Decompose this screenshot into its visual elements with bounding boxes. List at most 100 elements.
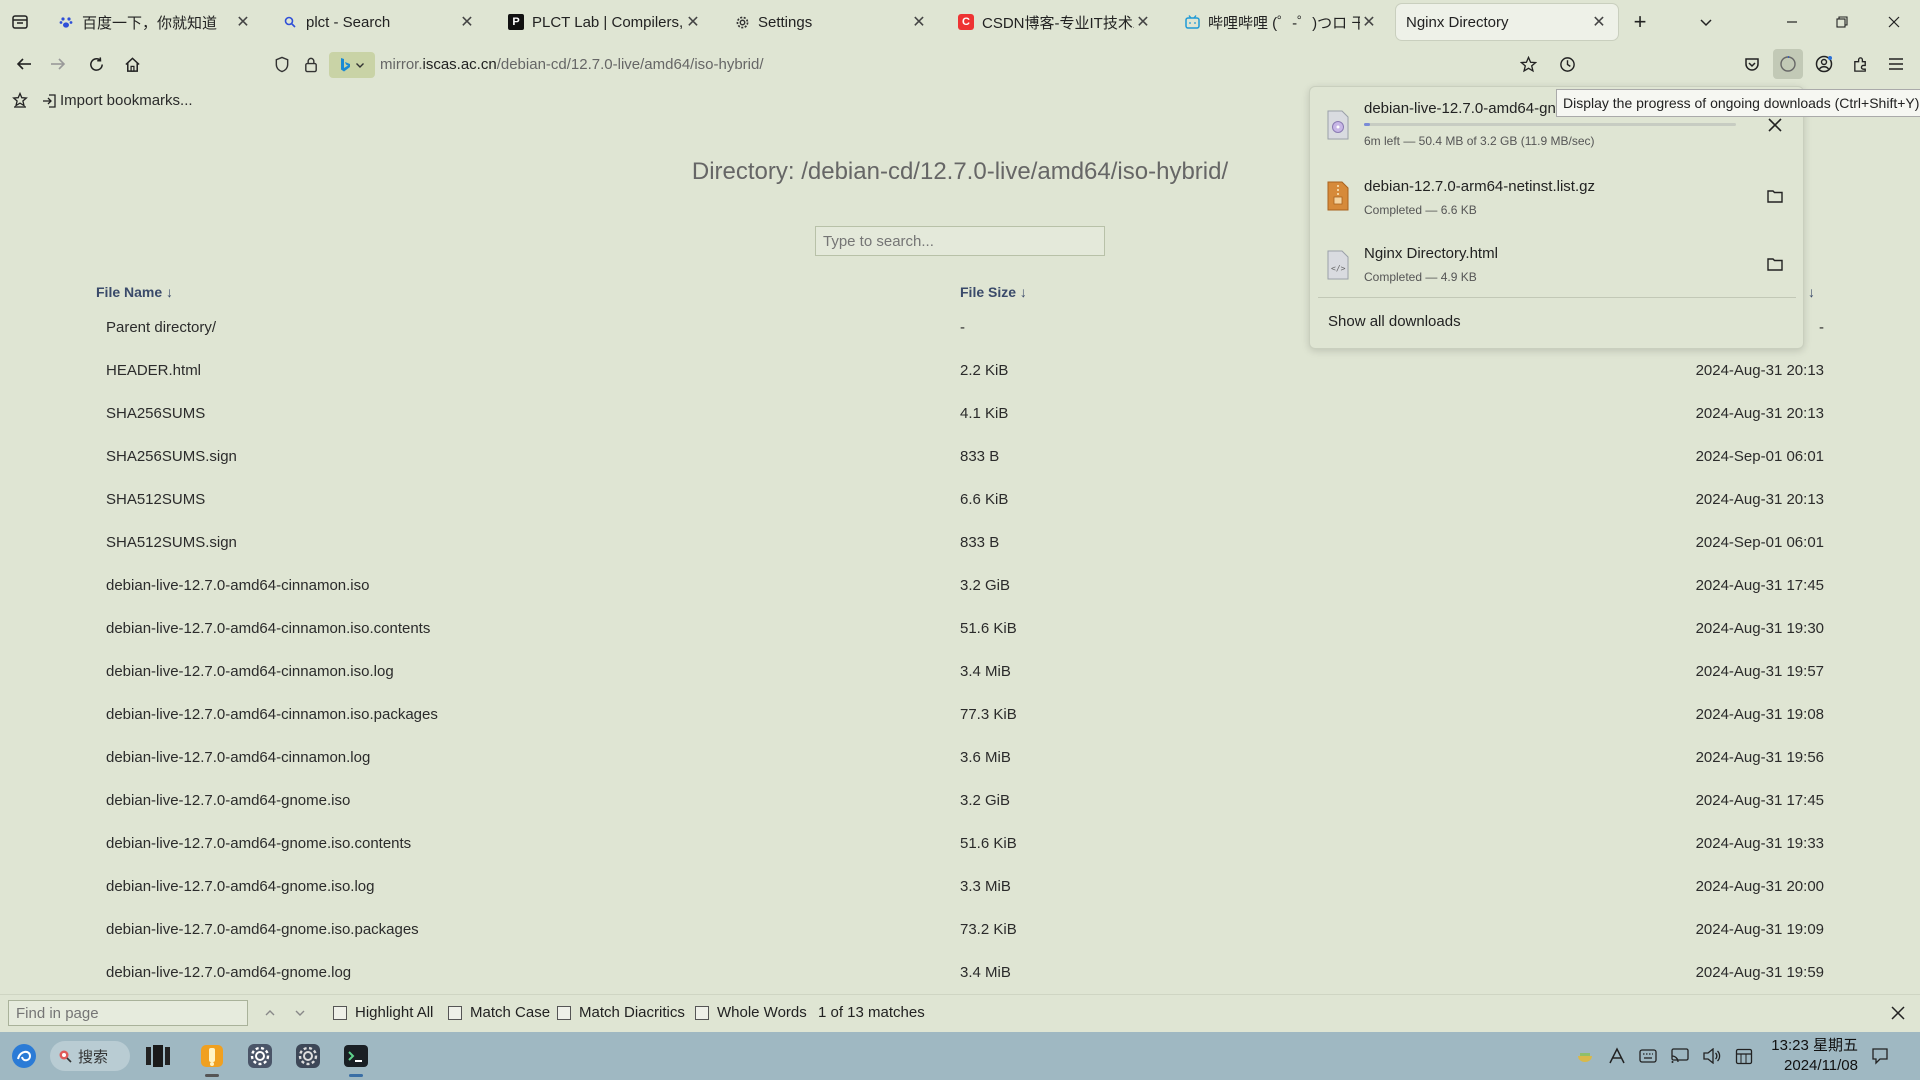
checkbox-box[interactable] — [333, 1005, 347, 1020]
file-name-link[interactable]: debian-live-12.7.0-amd64-gnome.iso.packa… — [106, 921, 419, 938]
download-item-status: Completed — 4.9 KB — [1364, 270, 1477, 284]
back-button[interactable] — [10, 50, 38, 78]
firefox-view-button[interactable] — [0, 0, 40, 44]
tracking-protection-button[interactable] — [268, 50, 296, 78]
file-name-link[interactable]: debian-live-12.7.0-amd64-cinnamon.log — [106, 749, 370, 766]
directory-search-input[interactable] — [815, 226, 1105, 256]
file-name-link[interactable]: debian-live-12.7.0-amd64-gnome.log — [106, 964, 351, 981]
file-name-link[interactable]: debian-live-12.7.0-amd64-cinnamon.iso.lo… — [106, 663, 394, 680]
close-find-bar-button[interactable] — [1886, 1001, 1910, 1025]
list-all-tabs-button[interactable] — [1692, 8, 1720, 36]
file-name-link[interactable]: SHA512SUMS.sign — [106, 534, 237, 551]
tab-csdn[interactable]: C CSDN博客-专业IT技术发表平 ✕ — [948, 4, 1162, 40]
screen-cast-icon[interactable] — [1670, 1046, 1690, 1066]
file-size: 77.3 KiB — [960, 706, 1017, 723]
home-button[interactable] — [118, 50, 146, 78]
tab-plct-lab[interactable]: P PLCT Lab | Compilers, Runt ✕ — [498, 4, 712, 40]
app-menu-button[interactable] — [1882, 50, 1910, 78]
close-icon[interactable]: ✕ — [684, 12, 702, 32]
control-center-button[interactable] — [292, 1040, 324, 1072]
gear-icon — [248, 1044, 272, 1068]
account-button[interactable] — [1810, 50, 1838, 78]
highlight-all-checkbox[interactable]: Highlight All — [333, 1004, 433, 1021]
bookmark-star-button[interactable] — [1514, 50, 1542, 78]
taskbar-clock[interactable]: 13:23 星期五 2024/11/08 — [1771, 1036, 1858, 1076]
find-in-page-input[interactable] — [8, 1000, 248, 1026]
close-icon[interactable]: ✕ — [1134, 12, 1152, 32]
downloads-button[interactable] — [1773, 49, 1803, 79]
checkbox-box[interactable] — [557, 1005, 571, 1020]
new-tab-button[interactable]: + — [1626, 8, 1654, 36]
tab-baidu[interactable]: 百度一下，你就知道 ✕ — [48, 4, 262, 40]
column-header-date-sort-arrow[interactable]: ↓ — [1808, 284, 1815, 300]
column-header-file-size[interactable]: File Size ↓ — [960, 284, 1027, 300]
search-engine-button[interactable] — [329, 52, 375, 78]
keyboard-layout-icon[interactable] — [1638, 1046, 1658, 1066]
file-name-link[interactable]: HEADER.html — [106, 362, 201, 379]
search-icon — [59, 1050, 72, 1063]
restore-button[interactable] — [1828, 8, 1856, 36]
checkbox-box[interactable] — [448, 1005, 462, 1020]
column-header-file-name[interactable]: File Name ↓ — [96, 284, 173, 300]
import-bookmarks-button[interactable]: Import bookmarks... — [42, 92, 193, 109]
file-name-link[interactable]: debian-live-12.7.0-amd64-gnome.iso.log — [106, 878, 375, 895]
file-date: 2024-Sep-01 06:01 — [1695, 448, 1824, 465]
open-containing-folder-button[interactable] — [1763, 252, 1787, 276]
file-name-link[interactable]: debian-live-12.7.0-amd64-cinnamon.iso.pa… — [106, 706, 438, 723]
notification-center-icon[interactable] — [1870, 1046, 1890, 1066]
other-bookmarks-icon[interactable] — [12, 91, 28, 112]
close-icon[interactable]: ✕ — [1590, 12, 1608, 32]
open-containing-folder-button[interactable] — [1763, 184, 1787, 208]
terminal-button[interactable] — [340, 1040, 372, 1072]
find-bar: Highlight All Match Case Match Diacritic… — [0, 994, 1920, 1030]
tab-bilibili[interactable]: 哔哩哔哩 (゜-゜)つロ 干杯~- ✕ — [1174, 4, 1388, 40]
taskbar-search-button[interactable]: 搜索 — [50, 1041, 130, 1071]
reload-button[interactable] — [82, 50, 110, 78]
whole-words-checkbox[interactable]: Whole Words — [695, 1004, 807, 1021]
clock-time: 13:23 星期五 — [1771, 1037, 1858, 1054]
download-item-name[interactable]: debian-12.7.0-arm64-netinst.list.gz — [1364, 178, 1595, 195]
close-window-button[interactable] — [1880, 8, 1908, 36]
close-icon[interactable]: ✕ — [1360, 12, 1378, 32]
file-manager-button[interactable] — [196, 1040, 228, 1072]
file-name-link[interactable]: debian-live-12.7.0-amd64-cinnamon.iso — [106, 577, 369, 594]
multitasking-view-button[interactable] — [142, 1040, 174, 1072]
tab-settings[interactable]: Settings ✕ — [724, 4, 938, 40]
history-button[interactable] — [1553, 50, 1581, 78]
site-security-button[interactable] — [297, 50, 325, 78]
start-menu-button[interactable] — [8, 1040, 40, 1072]
match-case-checkbox[interactable]: Match Case — [448, 1004, 550, 1021]
file-name-link[interactable]: debian-live-12.7.0-amd64-gnome.iso.conte… — [106, 835, 411, 852]
find-previous-button[interactable] — [258, 1001, 282, 1025]
extensions-button[interactable] — [1846, 50, 1874, 78]
download-item-name[interactable]: Nginx Directory.html — [1364, 245, 1498, 262]
download-item-name[interactable]: debian-live-12.7.0-amd64-gnor — [1364, 100, 1569, 117]
url-text[interactable]: mirror.iscas.ac.cn/debian-cd/12.7.0-live… — [380, 56, 764, 73]
file-name-link[interactable]: debian-live-12.7.0-amd64-gnome.iso — [106, 792, 350, 809]
close-icon[interactable]: ✕ — [910, 12, 928, 32]
file-name-link[interactable]: SHA256SUMS.sign — [106, 448, 237, 465]
forward-button[interactable] — [44, 50, 72, 78]
tab-plct-search[interactable]: plct - Search ✕ — [272, 4, 486, 40]
network-vpn-icon[interactable] — [1607, 1046, 1627, 1066]
file-size: 3.3 MiB — [960, 878, 1011, 895]
file-name-link[interactable]: SHA256SUMS — [106, 405, 205, 422]
match-diacritics-checkbox[interactable]: Match Diacritics — [557, 1004, 685, 1021]
tab-nginx-directory[interactable]: Nginx Directory ✕ — [1396, 4, 1618, 40]
file-name-link[interactable]: debian-live-12.7.0-amd64-cinnamon.iso.co… — [106, 620, 430, 637]
show-all-downloads-button[interactable]: Show all downloads — [1328, 313, 1461, 330]
close-icon[interactable]: ✕ — [458, 12, 476, 32]
file-name-link[interactable]: SHA512SUMS — [106, 491, 205, 508]
find-next-button[interactable] — [288, 1001, 312, 1025]
checkbox-box[interactable] — [695, 1005, 709, 1020]
close-icon[interactable]: ✕ — [234, 12, 252, 32]
calendar-icon[interactable] — [1734, 1046, 1754, 1066]
url-host: iscas.ac.cn — [422, 56, 497, 73]
settings-app-button[interactable] — [244, 1040, 276, 1072]
file-name-link[interactable]: Parent directory/ — [106, 319, 216, 336]
pocket-button[interactable] — [1738, 50, 1766, 78]
volume-icon[interactable] — [1702, 1046, 1722, 1066]
file-date: 2024-Sep-01 06:01 — [1695, 534, 1824, 551]
tray-bowl-icon[interactable] — [1575, 1046, 1595, 1066]
minimize-button[interactable] — [1778, 8, 1806, 36]
